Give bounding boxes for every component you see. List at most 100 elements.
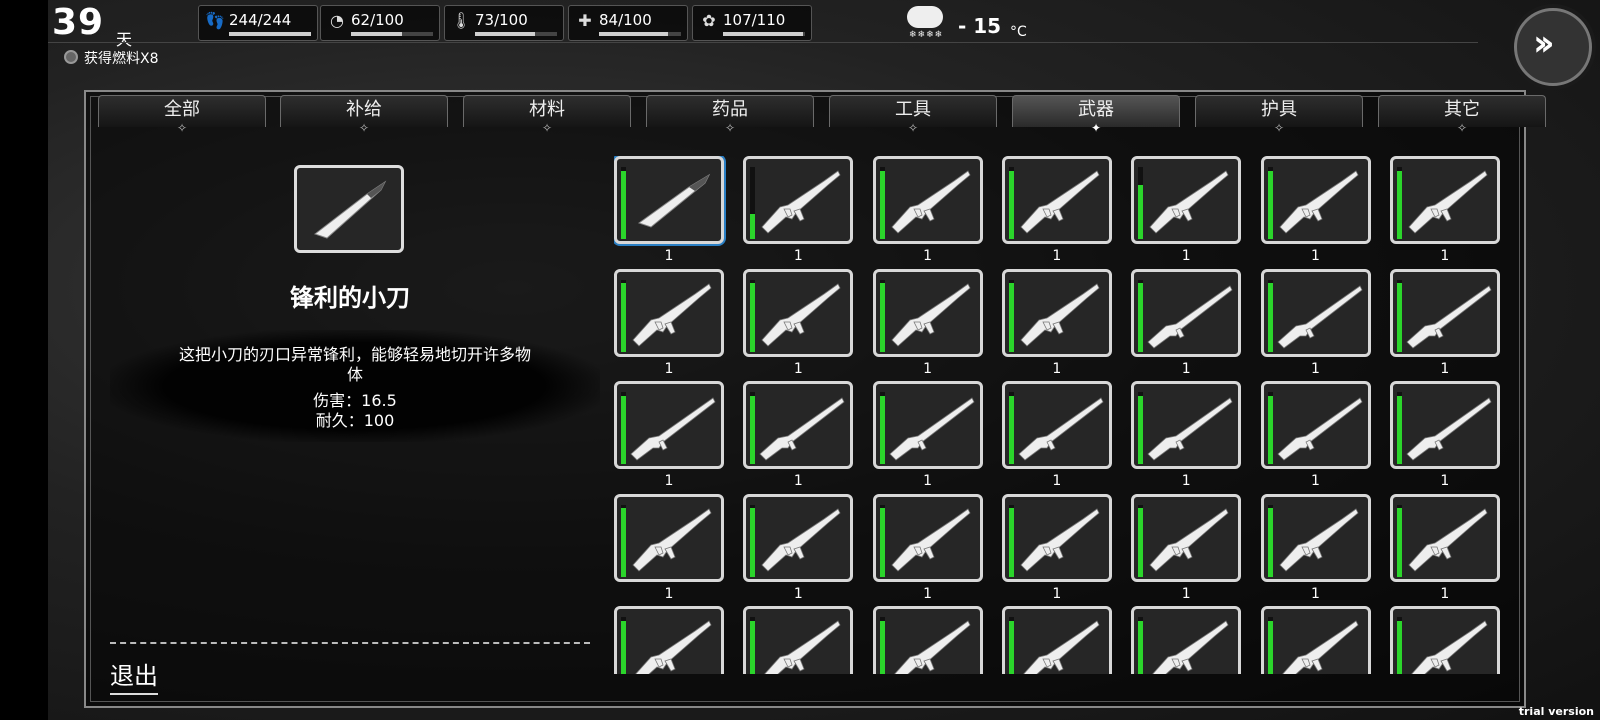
fast-forward-button[interactable]: ›› xyxy=(1514,8,1592,86)
temperature-unit: °C xyxy=(1010,24,1027,40)
stomach-icon: ◔ xyxy=(330,11,344,30)
health-stat: ✚ 84/100 xyxy=(568,5,688,41)
inventory-slot[interactable]: 1 xyxy=(872,606,987,674)
divider xyxy=(110,642,590,644)
durability-bar xyxy=(879,167,885,239)
slot-frame xyxy=(1001,606,1112,674)
inventory-slot[interactable]: 1 xyxy=(614,493,728,602)
inventory-slot[interactable]: 1 xyxy=(1001,606,1116,674)
inventory-slot[interactable]: 1 xyxy=(1389,381,1504,489)
inventory-slot[interactable]: 1 xyxy=(872,493,987,602)
shotgun-icon xyxy=(629,390,719,462)
tab-other[interactable]: 其它 ✧ xyxy=(1378,95,1546,135)
rifle-icon xyxy=(888,165,978,237)
thermometer-icon: 🌡 xyxy=(451,11,472,30)
rifle-icon xyxy=(758,278,848,350)
tab-medicine[interactable]: 药品 ✧ xyxy=(646,95,814,135)
inventory-slot[interactable]: 1 xyxy=(743,268,857,377)
shotgun-icon xyxy=(1276,278,1366,350)
stamina-value: 244/244 xyxy=(229,11,292,29)
durability-bar xyxy=(750,504,756,577)
slot-quantity: 1 xyxy=(1440,585,1450,602)
rifle-icon xyxy=(1276,503,1366,575)
inventory-slot[interactable]: 1 xyxy=(1260,156,1375,264)
tab-all[interactable]: 全部 ✧ xyxy=(98,95,266,135)
slot-quantity: 1 xyxy=(1440,360,1450,377)
inventory-slot[interactable]: 1 xyxy=(1131,493,1245,602)
inventory-slot[interactable]: 1 xyxy=(872,156,987,264)
rifle-icon xyxy=(1017,503,1107,575)
inventory-slot[interactable]: 1 xyxy=(1389,268,1504,377)
inventory-slot[interactable]: 1 xyxy=(872,381,987,489)
inventory-slot[interactable]: 1 xyxy=(872,268,987,377)
inventory-slot[interactable]: 1 xyxy=(1131,381,1245,489)
inventory-slot[interactable]: 1 xyxy=(614,381,728,489)
slot-quantity: 1 xyxy=(1440,473,1450,489)
shotgun-icon xyxy=(1276,390,1366,462)
hud-divider xyxy=(48,42,1478,43)
knife-icon xyxy=(294,165,404,253)
slot-frame xyxy=(743,493,854,582)
weapon-grid: 11111111111111111111111111111111111 xyxy=(614,156,1530,674)
shotgun-icon xyxy=(758,390,848,462)
knife-icon xyxy=(629,165,719,237)
durability-bar xyxy=(1008,279,1014,352)
inventory-slot[interactable]: 1 xyxy=(1260,606,1375,674)
tab-supplies[interactable]: 补给 ✧ xyxy=(280,95,448,135)
slot-quantity: 1 xyxy=(1181,360,1191,377)
exit-button[interactable]: 退出 xyxy=(110,656,158,695)
inventory-slot[interactable]: 1 xyxy=(1131,268,1245,377)
inventory-slot[interactable]: 1 xyxy=(1001,381,1116,489)
inventory-slot[interactable]: 1 xyxy=(1260,493,1375,602)
inventory-slot[interactable]: 1 xyxy=(1389,156,1504,264)
rifle-icon xyxy=(1146,615,1236,674)
tab-tools[interactable]: 工具 ✧ xyxy=(829,95,997,135)
slot-quantity: 1 xyxy=(1311,585,1320,602)
durability-bar xyxy=(1008,504,1014,577)
durability-bar xyxy=(621,279,626,352)
inventory-slot[interactable]: 1 xyxy=(1001,493,1116,602)
item-description: 这把小刀的刃口异常锋利，能够轻易地切开许多物 体 xyxy=(178,345,531,384)
inventory-slot[interactable]: 1 xyxy=(614,268,728,377)
durability-bar xyxy=(1008,392,1014,464)
slot-quantity: 1 xyxy=(1181,585,1191,602)
shotgun-icon xyxy=(1405,278,1495,350)
inventory-slot[interactable]: 1 xyxy=(743,381,857,489)
rifle-icon xyxy=(758,615,848,674)
stamina-stat: 👣 244/244 xyxy=(198,5,318,41)
inventory-slot[interactable]: 1 xyxy=(1389,606,1504,674)
slot-quantity: 1 xyxy=(1311,360,1320,377)
day-number: 39 xyxy=(52,2,105,43)
durability-bar xyxy=(750,167,756,239)
inventory-slot[interactable]: 1 xyxy=(1001,268,1116,377)
inventory-slot[interactable]: 1 xyxy=(614,606,728,674)
rifle-icon xyxy=(629,503,719,575)
health-cross-icon: ✚ xyxy=(578,11,592,30)
slot-frame xyxy=(1260,268,1371,357)
slot-quantity: 1 xyxy=(923,585,933,602)
durability-bar xyxy=(1396,504,1402,577)
tab-armor[interactable]: 护具 ✧ xyxy=(1195,95,1363,135)
inventory-slot[interactable]: 1 xyxy=(1260,268,1375,377)
temperature-value: 73/100 xyxy=(475,11,528,29)
inventory-slot[interactable]: 1 xyxy=(1260,381,1375,489)
inventory-slot[interactable]: 1 xyxy=(743,156,857,264)
inventory-slot[interactable]: 1 xyxy=(1001,156,1116,264)
tab-star-icon: ✧ xyxy=(541,121,553,135)
slot-quantity: 1 xyxy=(923,248,933,264)
inventory-slot[interactable]: 1 xyxy=(743,606,857,674)
inventory-slot[interactable]: 1 xyxy=(614,156,728,264)
inventory-slot[interactable]: 1 xyxy=(743,493,857,602)
tab-weapons[interactable]: 武器 ✦ xyxy=(1012,95,1180,135)
item-durability: 耐久：100 xyxy=(315,411,395,430)
tab-materials[interactable]: 材料 ✧ xyxy=(463,95,631,135)
inventory-slot[interactable]: 1 xyxy=(1131,606,1245,674)
durability-bar xyxy=(879,504,885,577)
slot-frame xyxy=(872,156,983,244)
inventory-slot[interactable]: 1 xyxy=(1131,156,1245,264)
inventory-slot[interactable]: 1 xyxy=(1389,493,1504,602)
durability-bar xyxy=(879,392,885,464)
durability-bar xyxy=(1008,617,1014,674)
notice-dot-icon xyxy=(64,50,78,64)
sanity-stat: ✿ 107/110 xyxy=(692,5,812,41)
